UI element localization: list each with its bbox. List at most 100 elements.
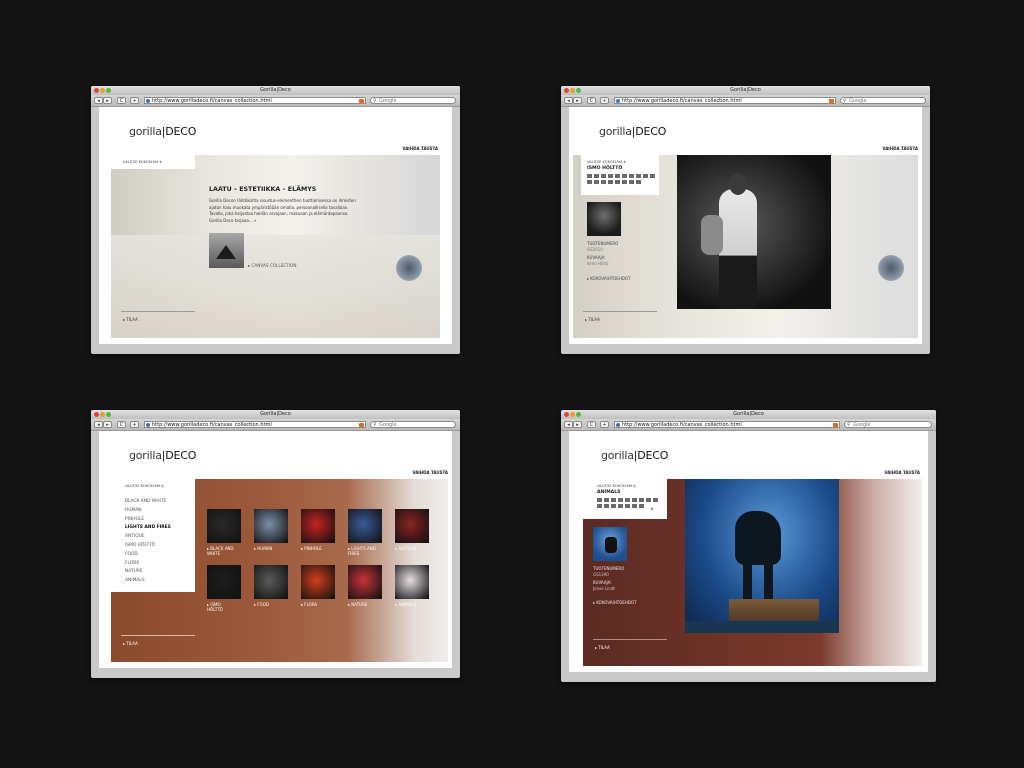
photo-square[interactable] (604, 498, 609, 502)
search-field[interactable]: ⚲ Google (844, 421, 932, 428)
site-logo[interactable]: gorilla|DECO (599, 125, 666, 138)
thumbnail-label[interactable]: ▸ ISMO HÖLTTÖ (207, 602, 247, 612)
tilaa-link[interactable]: ▸ TILAA (123, 641, 138, 646)
photo-selector[interactable] (587, 174, 659, 186)
photo-square[interactable] (622, 174, 627, 178)
thumbnail-image[interactable] (207, 509, 241, 543)
photo-square[interactable] (594, 180, 599, 184)
reload-button[interactable]: C (117, 421, 126, 428)
collection-menu[interactable]: VALITSE KOKOELMA ▾ ISMO HÖLTTÖ (581, 155, 659, 195)
back-button[interactable]: ◂ (94, 97, 103, 104)
back-button[interactable]: ◂ (94, 421, 103, 428)
forward-button[interactable]: ▸ (573, 421, 582, 428)
thumbnail-image[interactable] (348, 565, 382, 599)
photo-square[interactable] (608, 174, 613, 178)
tilaa-link[interactable]: ▸ TILAA (595, 645, 610, 650)
next-arrow-icon[interactable]: ▸ (651, 506, 654, 512)
add-bookmark-button[interactable]: + (600, 97, 609, 104)
photo-square[interactable] (615, 180, 620, 184)
canvas-collection-link[interactable]: ▸ CANVAS COLLECTION (248, 263, 296, 268)
category-item[interactable]: ANTIQUE (125, 533, 171, 542)
photo-square[interactable] (615, 174, 620, 178)
photo-square[interactable] (587, 174, 592, 178)
thumbnail-image[interactable] (254, 565, 288, 599)
photo-square[interactable] (650, 174, 655, 178)
product-thumbnail[interactable] (593, 527, 627, 561)
thumbnail-card[interactable]: ▸ LIGHTS AND FIRES (348, 509, 388, 556)
thumbnail-image[interactable] (395, 509, 429, 543)
main-photo[interactable] (677, 155, 831, 309)
thumbnail-card[interactable]: ▸ NATURE (348, 565, 388, 607)
photo-square[interactable] (618, 504, 623, 508)
photo-square[interactable] (604, 504, 609, 508)
forward-button[interactable]: ▸ (103, 97, 112, 104)
search-field[interactable]: ⚲ Google (370, 97, 456, 104)
photo-square[interactable] (632, 504, 637, 508)
photo-square[interactable] (636, 180, 641, 184)
forward-button[interactable]: ▸ (573, 97, 582, 104)
tilaa-link[interactable]: ▸ TILAA (585, 317, 600, 322)
reload-button[interactable]: C (117, 97, 126, 104)
reload-button[interactable]: C (587, 421, 596, 428)
photo-square[interactable] (611, 498, 616, 502)
category-item[interactable]: PINHOLE (125, 516, 171, 525)
thumbnail-label[interactable]: ▸ BLACK AND WHITE (207, 546, 247, 556)
thumbnail-image[interactable] (395, 565, 429, 599)
category-item[interactable]: NATURE (125, 568, 171, 577)
forward-button[interactable]: ▸ (103, 421, 112, 428)
category-item[interactable]: HUMAN (125, 507, 171, 516)
add-bookmark-button[interactable]: + (130, 97, 139, 104)
photo-square[interactable] (597, 504, 602, 508)
thumbnail-card[interactable]: ▸ PINHOLE (301, 509, 341, 551)
size-options-link[interactable]: ▸ KOKOVAIHTOEHDOT (593, 600, 637, 605)
thumbnail-card[interactable]: ▸ ANTIQUE (395, 509, 435, 551)
rss-icon[interactable] (833, 423, 838, 427)
photo-square[interactable] (632, 498, 637, 502)
address-bar[interactable]: http://www.gorilladeco.fi/canvas_collect… (614, 421, 840, 428)
photo-square[interactable] (587, 180, 592, 184)
rss-icon[interactable] (359, 99, 364, 103)
photo-selector[interactable]: ▸ (597, 498, 663, 512)
thumbnail-label[interactable]: ▸ ANTIQUE (395, 546, 435, 551)
tilaa-link[interactable]: ▸ TILAA (123, 317, 138, 322)
vaihda-tausta-link[interactable]: VAIHDA TAUSTA (412, 470, 448, 475)
thumbnail-label[interactable]: ▸ NATURE (348, 602, 388, 607)
site-logo[interactable]: gorilla|DECO (129, 449, 196, 462)
photo-square[interactable] (594, 174, 599, 178)
vaihda-tausta-link[interactable]: VAIHDA TAUSTA (882, 146, 918, 151)
photo-square[interactable] (601, 174, 606, 178)
thumbnail-card[interactable]: ▸ ANIMALS (395, 565, 435, 607)
thumbnail-label[interactable]: ▸ ANIMALS (395, 602, 435, 607)
thumbnail-label[interactable]: ▸ HUMAN (254, 546, 294, 551)
thumbnail-label[interactable]: ▸ FOOD (254, 602, 294, 607)
thumbnail-card[interactable]: ▸ FLORA (301, 565, 341, 607)
photo-square[interactable] (608, 180, 613, 184)
photo-square[interactable] (643, 174, 648, 178)
thumbnail-label[interactable]: ▸ LIGHTS AND FIRES (348, 546, 388, 556)
thumbnail-image[interactable] (301, 565, 335, 599)
thumbnail-image[interactable] (301, 509, 335, 543)
rss-icon[interactable] (829, 99, 834, 103)
vaihda-tausta-link[interactable]: VAIHDA TAUSTA (884, 470, 920, 475)
photo-square[interactable] (611, 504, 616, 508)
thumbnail-image[interactable] (254, 509, 288, 543)
search-field[interactable]: ⚲ Google (370, 421, 456, 428)
add-bookmark-button[interactable]: + (600, 421, 609, 428)
photo-square[interactable] (622, 180, 627, 184)
photo-square[interactable] (629, 180, 634, 184)
thumbnail-card[interactable]: ▸ BLACK AND WHITE (207, 509, 247, 556)
reload-button[interactable]: C (587, 97, 596, 104)
thumbnail-card[interactable]: ▸ FOOD (254, 565, 294, 607)
photo-square[interactable] (653, 498, 658, 502)
thumbnail-label[interactable]: ▸ PINHOLE (301, 546, 341, 551)
photo-square[interactable] (625, 504, 630, 508)
category-item[interactable]: ISMO HÖLTTÖ (125, 542, 171, 551)
photo-square[interactable] (636, 174, 641, 178)
add-bookmark-button[interactable]: + (130, 421, 139, 428)
site-logo[interactable]: gorilla|DECO (601, 449, 668, 462)
product-thumbnail[interactable] (587, 202, 621, 236)
photo-square[interactable] (625, 498, 630, 502)
canvas-thumbnail[interactable] (209, 233, 244, 268)
thumbnail-label[interactable]: ▸ FLORA (301, 602, 341, 607)
address-bar[interactable]: http://www.gorilladeco.fi/canvas_collect… (144, 421, 366, 428)
